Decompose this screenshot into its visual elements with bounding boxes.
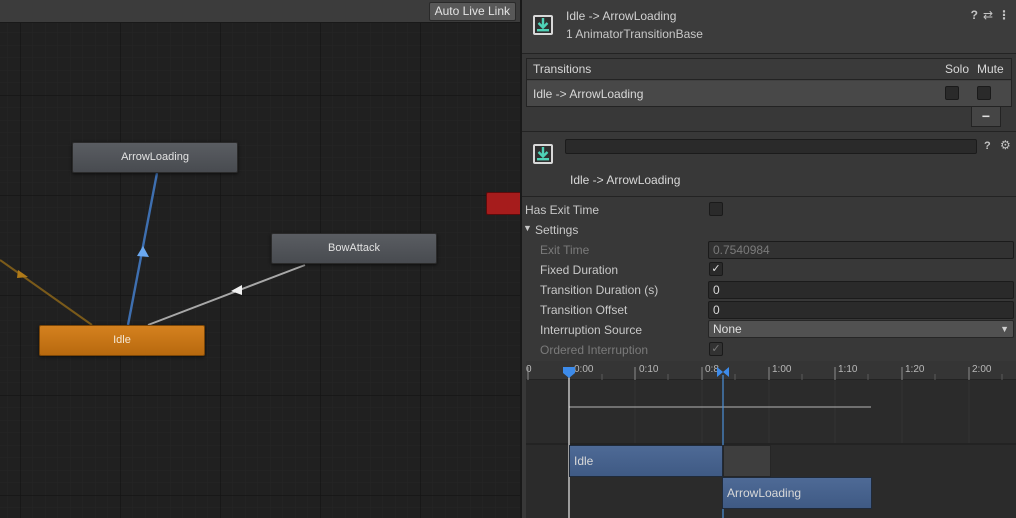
solo-checkbox[interactable] [945,86,959,100]
transitions-header-label: Transitions [533,62,592,76]
triangle-down-icon: ▼ [1000,324,1009,334]
help-icon[interactable]: ? [984,140,991,152]
transitions-list: Transitions Solo Mute Idle -> ArrowLoadi… [526,58,1012,107]
transition-offset-field[interactable]: 0 [708,301,1014,319]
has-exit-time-checkbox[interactable] [709,202,723,216]
solo-column-label: Solo [945,62,970,76]
foldout-triangle-icon[interactable]: ▼ [523,223,532,233]
transition-list-row[interactable]: Idle -> ArrowLoading [527,81,1011,106]
fixed-duration-label: Fixed Duration [540,263,619,277]
checkmark-icon: ✓ [711,263,721,275]
divider [522,196,1016,197]
graph-canvas[interactable] [0,23,520,518]
header-icons: ? ⇄ ⋮ [971,8,1010,22]
transition-row-label: Idle -> ArrowLoading [533,87,644,101]
graph-grid [0,23,520,518]
exit-time-label: Exit Time [540,243,590,257]
state-arrowloading[interactable]: ArrowLoading [72,142,238,173]
animator-graph[interactable]: Auto Live Link ArrowLoading BowAttack Id… [0,0,520,518]
exit-time-field[interactable]: 0.7540984 [708,241,1014,259]
state-any-partial[interactable] [486,192,520,215]
state-idle[interactable]: Idle [39,325,205,356]
transition-offset-label: Transition Offset [540,303,628,317]
auto-live-link-button[interactable]: Auto Live Link [428,2,516,21]
transition-duration-field[interactable]: 0 [708,281,1014,299]
inspector-header: Idle -> ArrowLoading 1 AnimatorTransitio… [522,0,1016,54]
transition-duration-label: Transition Duration (s) [540,283,659,297]
remove-transition-button[interactable]: − [971,107,1001,127]
fixed-duration-checkbox[interactable]: ✓ [709,262,723,276]
interruption-source-value: None [713,322,742,336]
ordered-interruption-label: Ordered Interruption [540,343,649,357]
mute-checkbox[interactable] [977,86,991,100]
graph-toolbar: Auto Live Link [0,0,520,23]
download-arrow-icon [533,15,553,35]
inspector-title: Idle -> ArrowLoading [566,9,677,23]
mute-column-label: Mute [977,62,1004,76]
presets-icon[interactable]: ⇄ [983,8,993,22]
transition-timeline[interactable]: 0 0:00 0:10 0:8 1:00 1:10 1:20 2:00 Idle… [526,361,1016,518]
transition-caption: Idle -> ArrowLoading [570,173,681,187]
state-bowattack[interactable]: BowAttack [271,233,437,264]
start-marker-icon[interactable] [563,367,575,378]
help-icon[interactable]: ? [971,8,978,22]
interruption-source-label: Interruption Source [540,323,643,337]
source-clip-tail [723,445,771,477]
inspector-subtitle: 1 AnimatorTransitionBase [566,27,703,41]
has-exit-time-label: Has Exit Time [525,203,600,217]
inspector-panel: Idle -> ArrowLoading 1 AnimatorTransitio… [522,0,1016,518]
source-clip-bar[interactable]: Idle [569,445,723,477]
transition-name-input[interactable] [565,139,977,154]
kebab-menu-icon[interactable]: ⋮ [998,8,1010,22]
checkmark-icon: ✓ [711,343,721,355]
download-arrow-icon [533,144,553,164]
transitions-list-header: Transitions Solo Mute [527,59,1011,80]
ordered-interruption-checkbox[interactable]: ✓ [709,342,723,356]
gear-icon[interactable]: ⚙ [1000,138,1011,152]
divider [522,131,1016,132]
settings-foldout-label[interactable]: Settings [535,223,578,237]
interruption-source-dropdown[interactable]: None ▼ [708,320,1014,338]
destination-clip-bar[interactable]: ArrowLoading [722,477,872,509]
